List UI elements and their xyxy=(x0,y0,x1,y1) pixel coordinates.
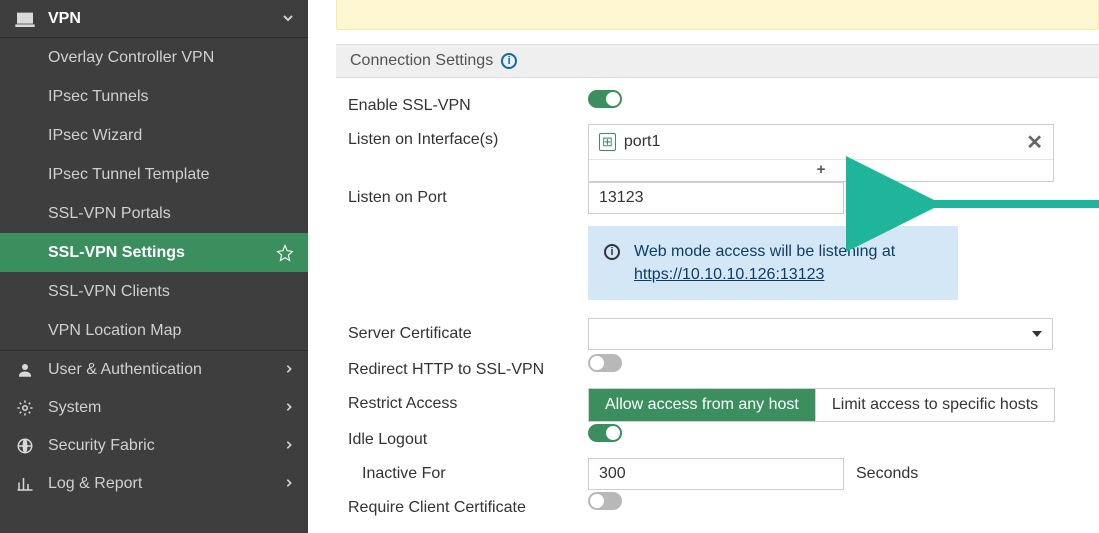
toggle-idle-logout[interactable] xyxy=(588,424,622,442)
callout-url-link[interactable]: https://10.10.10.126:13123 xyxy=(634,266,824,283)
chevron-down-icon xyxy=(282,11,294,27)
sidebar-section-system[interactable]: System xyxy=(0,389,308,427)
remove-interface-icon[interactable]: ✕ xyxy=(1026,130,1043,155)
toggle-require-client-cert[interactable] xyxy=(588,492,622,510)
chevron-right-icon xyxy=(284,399,294,417)
chevron-down-icon xyxy=(1032,331,1042,337)
user-icon xyxy=(14,359,36,381)
inactive-for-input[interactable] xyxy=(588,458,844,490)
sidebar: VPN Overlay Controller VPN IPsec Tunnels… xyxy=(0,0,308,533)
vpn-icon xyxy=(14,8,36,30)
info-icon[interactable]: i xyxy=(501,53,517,69)
info-icon: i xyxy=(604,244,620,260)
restrict-opt-limit-hosts[interactable]: Limit access to specific hosts xyxy=(816,389,1054,421)
label-require-client-cert: Require Client Certificate xyxy=(348,492,588,517)
chevron-right-icon xyxy=(284,475,294,493)
fabric-icon xyxy=(14,435,36,457)
sidebar-item-ssl-vpn-portals[interactable]: SSL-VPN Portals xyxy=(0,194,308,233)
gear-icon xyxy=(14,397,36,419)
toggle-enable-ssl-vpn[interactable] xyxy=(588,90,622,108)
label-redirect-http: Redirect HTTP to SSL-VPN xyxy=(348,354,588,379)
main-panel: Connection Settings i Enable SSL-VPN Lis… xyxy=(308,0,1099,533)
label-idle-logout: Idle Logout xyxy=(348,424,588,449)
sidebar-section-label: VPN xyxy=(48,10,282,28)
web-mode-listening-callout: i Web mode access will be listening at h… xyxy=(588,226,958,300)
chevron-right-icon xyxy=(284,437,294,455)
sidebar-item-ssl-vpn-settings[interactable]: SSL-VPN Settings xyxy=(0,233,308,272)
interface-icon: ⊞ xyxy=(599,133,616,151)
callout-text: Web mode access will be listening at xyxy=(634,243,895,260)
sidebar-item-ipsec-tunnels[interactable]: IPsec Tunnels xyxy=(0,77,308,116)
sidebar-section-vpn[interactable]: VPN xyxy=(0,0,308,38)
sidebar-item-vpn-location-map[interactable]: VPN Location Map xyxy=(0,311,308,350)
chevron-right-icon xyxy=(284,361,294,379)
inactive-for-suffix: Seconds xyxy=(856,465,918,483)
sidebar-section-user-authentication[interactable]: User & Authentication xyxy=(0,351,308,389)
label-restrict-access: Restrict Access xyxy=(348,388,588,413)
sidebar-item-overlay-controller-vpn[interactable]: Overlay Controller VPN xyxy=(0,38,308,77)
favorite-star-icon[interactable] xyxy=(276,244,294,262)
add-interface-button[interactable]: + xyxy=(589,159,1053,181)
label-listen-interfaces: Listen on Interface(s) xyxy=(348,124,588,149)
interface-name: port1 xyxy=(624,133,1026,151)
label-server-certificate: Server Certificate xyxy=(348,318,588,343)
sidebar-section-security-fabric[interactable]: Security Fabric xyxy=(0,427,308,465)
sidebar-section-log-report[interactable]: Log & Report xyxy=(0,465,308,503)
server-certificate-select[interactable] xyxy=(588,318,1053,350)
label-inactive-for: Inactive For xyxy=(348,458,588,483)
listen-interfaces-box[interactable]: ⊞ port1 ✕ + xyxy=(588,124,1054,182)
warning-banner xyxy=(336,0,1099,30)
listen-port-input[interactable] xyxy=(588,182,844,214)
toggle-redirect-http[interactable] xyxy=(588,354,622,372)
section-header-connection-settings: Connection Settings i xyxy=(336,44,1099,78)
sidebar-item-ipsec-wizard[interactable]: IPsec Wizard xyxy=(0,116,308,155)
sidebar-item-ipsec-tunnel-template[interactable]: IPsec Tunnel Template xyxy=(0,155,308,194)
label-listen-port: Listen on Port xyxy=(348,182,588,207)
sidebar-item-ssl-vpn-clients[interactable]: SSL-VPN Clients xyxy=(0,272,308,311)
section-title: Connection Settings xyxy=(350,52,493,70)
sidebar-vpn-children: Overlay Controller VPN IPsec Tunnels IPs… xyxy=(0,38,308,350)
chart-icon xyxy=(14,473,36,495)
label-enable-ssl-vpn: Enable SSL-VPN xyxy=(348,90,588,115)
restrict-access-toggle-group: Allow access from any host Limit access … xyxy=(588,388,1055,422)
restrict-opt-allow-any[interactable]: Allow access from any host xyxy=(589,389,816,421)
